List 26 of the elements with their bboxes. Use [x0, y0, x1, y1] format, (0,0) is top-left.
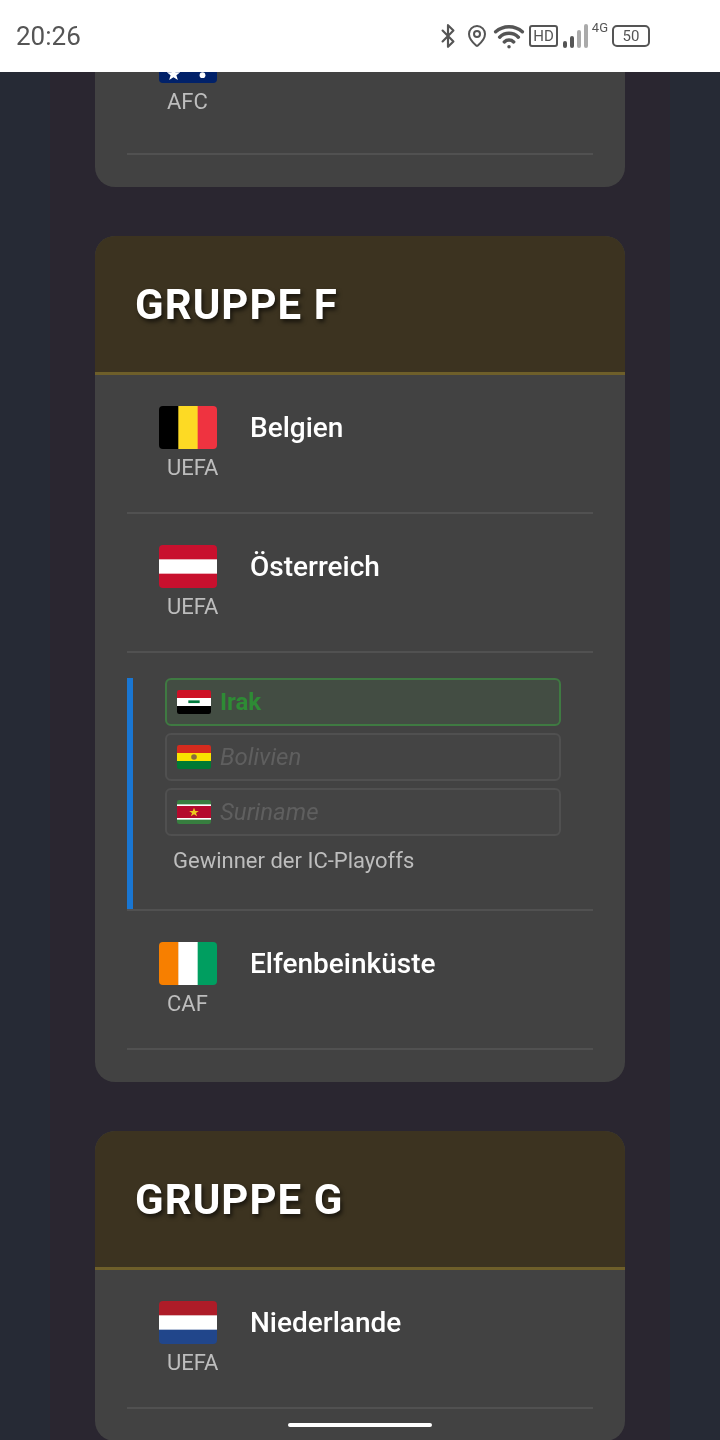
clock-time: 20:26: [16, 19, 81, 53]
flag-icon: [159, 942, 217, 985]
playoff-caption: Gewinner der IC-Playoffs: [173, 847, 416, 875]
confederation-label: CAF: [167, 990, 209, 1018]
flag-icon: [177, 690, 211, 714]
playoff-option[interactable]: Irak: [165, 678, 561, 726]
confederation-label: UEFA: [167, 1349, 220, 1377]
flag-icon: [159, 545, 217, 588]
flag-icon: [159, 1301, 217, 1344]
network-label: 4G: [591, 19, 608, 37]
confederation-label: UEFA: [167, 454, 220, 482]
signal-icon: [561, 23, 588, 49]
hd-indicator: HD: [529, 25, 558, 47]
group-title: GRUPPE F: [135, 278, 338, 331]
battery-indicator: 50: [612, 25, 650, 47]
group-title: GRUPPE G: [135, 1173, 344, 1226]
team-name: Elfenbeinküste: [250, 945, 436, 982]
flag-icon: [177, 800, 211, 824]
team-name: Niederlande: [250, 1304, 402, 1341]
team-name: Irak: [220, 687, 262, 718]
team-name: Österreich: [250, 548, 380, 585]
confederation-label: AFC: [167, 88, 209, 116]
confederation-label: UEFA: [167, 593, 220, 621]
team-name: Belgien: [250, 409, 344, 446]
flag-icon: [159, 406, 217, 449]
flag-icon: [177, 745, 211, 769]
